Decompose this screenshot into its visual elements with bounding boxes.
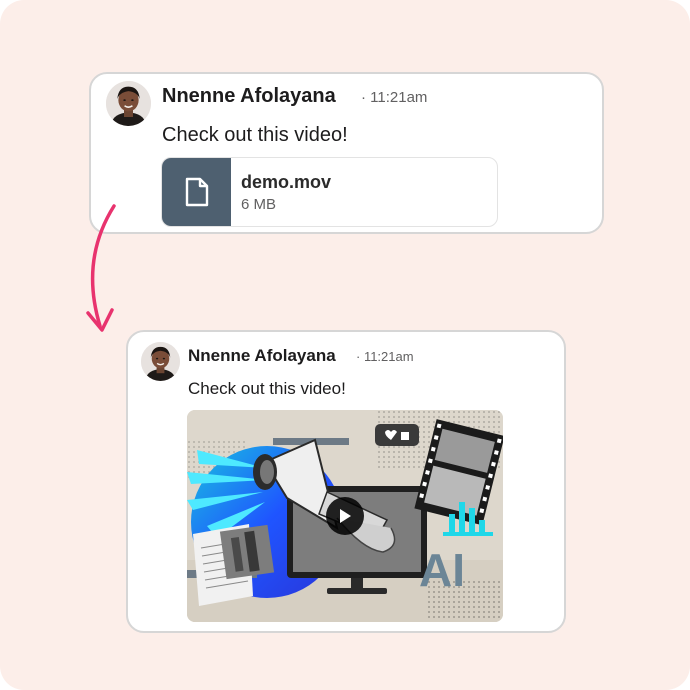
canvas: Nnenne Afolayana · 11:21am Check out thi…: [0, 0, 690, 690]
play-icon: [340, 509, 351, 523]
video-preview[interactable]: AI: [187, 410, 503, 622]
play-button[interactable]: [326, 497, 364, 535]
svg-text:AI: AI: [419, 544, 465, 596]
message-text: Check out this video!: [188, 379, 346, 398]
author-name[interactable]: Nnenne Afolayana: [188, 346, 336, 366]
message-card-after: Nnenne Afolayana · 11:21am Check out thi…: [126, 330, 566, 633]
avatar[interactable]: [141, 342, 180, 381]
timestamp[interactable]: · 11:21am: [356, 349, 414, 364]
